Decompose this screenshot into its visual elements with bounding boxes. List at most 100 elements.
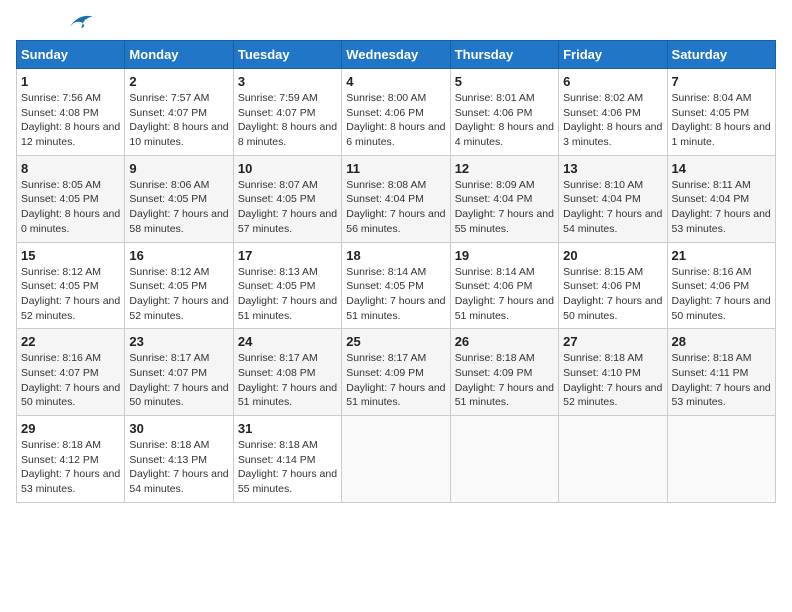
day-info: Sunrise: 8:17 AM Sunset: 4:09 PM Dayligh… xyxy=(346,351,445,410)
calendar-cell: 24 Sunrise: 8:17 AM Sunset: 4:08 PM Dayl… xyxy=(233,329,341,416)
sunrise-label: Sunrise: 7:59 AM xyxy=(238,92,318,104)
sunrise-label: Sunrise: 8:15 AM xyxy=(563,266,643,278)
day-number: 30 xyxy=(129,421,228,436)
sunset-label: Sunset: 4:05 PM xyxy=(129,193,207,205)
calendar-cell: 5 Sunrise: 8:01 AM Sunset: 4:06 PM Dayli… xyxy=(450,69,558,156)
day-info: Sunrise: 8:04 AM Sunset: 4:05 PM Dayligh… xyxy=(672,91,771,150)
sunset-label: Sunset: 4:06 PM xyxy=(346,107,424,119)
day-number: 29 xyxy=(21,421,120,436)
sunset-label: Sunset: 4:04 PM xyxy=(455,193,533,205)
calendar-week-row: 29 Sunrise: 8:18 AM Sunset: 4:12 PM Dayl… xyxy=(17,416,776,503)
day-info: Sunrise: 8:16 AM Sunset: 4:06 PM Dayligh… xyxy=(672,265,771,324)
sunset-label: Sunset: 4:05 PM xyxy=(129,280,207,292)
calendar-cell: 10 Sunrise: 8:07 AM Sunset: 4:05 PM Dayl… xyxy=(233,155,341,242)
calendar-cell: 16 Sunrise: 8:12 AM Sunset: 4:05 PM Dayl… xyxy=(125,242,233,329)
sunset-label: Sunset: 4:05 PM xyxy=(238,280,316,292)
day-number: 8 xyxy=(21,161,120,176)
day-info: Sunrise: 8:00 AM Sunset: 4:06 PM Dayligh… xyxy=(346,91,445,150)
calendar-week-row: 8 Sunrise: 8:05 AM Sunset: 4:05 PM Dayli… xyxy=(17,155,776,242)
day-of-week-header: Sunday xyxy=(17,41,125,69)
sunrise-label: Sunrise: 8:11 AM xyxy=(672,179,751,191)
calendar-cell: 28 Sunrise: 8:18 AM Sunset: 4:11 PM Dayl… xyxy=(667,329,775,416)
day-number: 21 xyxy=(672,248,771,263)
sunrise-label: Sunrise: 8:00 AM xyxy=(346,92,426,104)
day-number: 13 xyxy=(563,161,662,176)
sunrise-label: Sunrise: 8:17 AM xyxy=(346,352,426,364)
day-info: Sunrise: 8:18 AM Sunset: 4:11 PM Dayligh… xyxy=(672,351,771,410)
calendar-cell: 2 Sunrise: 7:57 AM Sunset: 4:07 PM Dayli… xyxy=(125,69,233,156)
daylight-label: Daylight: 8 hours and 3 minutes. xyxy=(563,121,662,148)
sunset-label: Sunset: 4:06 PM xyxy=(455,107,533,119)
day-number: 23 xyxy=(129,334,228,349)
calendar-cell: 26 Sunrise: 8:18 AM Sunset: 4:09 PM Dayl… xyxy=(450,329,558,416)
calendar-cell xyxy=(342,416,450,503)
day-of-week-header: Wednesday xyxy=(342,41,450,69)
daylight-label: Daylight: 7 hours and 55 minutes. xyxy=(455,208,554,235)
day-number: 22 xyxy=(21,334,120,349)
day-number: 5 xyxy=(455,74,554,89)
sunset-label: Sunset: 4:05 PM xyxy=(21,193,99,205)
daylight-label: Daylight: 8 hours and 1 minute. xyxy=(672,121,771,148)
sunrise-label: Sunrise: 8:08 AM xyxy=(346,179,426,191)
day-info: Sunrise: 8:18 AM Sunset: 4:13 PM Dayligh… xyxy=(129,438,228,497)
daylight-label: Daylight: 8 hours and 8 minutes. xyxy=(238,121,337,148)
daylight-label: Daylight: 7 hours and 55 minutes. xyxy=(238,468,337,495)
day-info: Sunrise: 8:08 AM Sunset: 4:04 PM Dayligh… xyxy=(346,178,445,237)
calendar-cell: 1 Sunrise: 7:56 AM Sunset: 4:08 PM Dayli… xyxy=(17,69,125,156)
sunrise-label: Sunrise: 8:14 AM xyxy=(346,266,426,278)
sunset-label: Sunset: 4:06 PM xyxy=(563,280,641,292)
day-number: 15 xyxy=(21,248,120,263)
sunset-label: Sunset: 4:11 PM xyxy=(672,367,749,379)
sunset-label: Sunset: 4:07 PM xyxy=(21,367,99,379)
day-info: Sunrise: 7:57 AM Sunset: 4:07 PM Dayligh… xyxy=(129,91,228,150)
sunset-label: Sunset: 4:09 PM xyxy=(455,367,533,379)
day-number: 2 xyxy=(129,74,228,89)
sunset-label: Sunset: 4:07 PM xyxy=(238,107,316,119)
daylight-label: Daylight: 7 hours and 52 minutes. xyxy=(129,295,228,322)
calendar-cell: 31 Sunrise: 8:18 AM Sunset: 4:14 PM Dayl… xyxy=(233,416,341,503)
day-of-week-header: Monday xyxy=(125,41,233,69)
calendar-cell: 19 Sunrise: 8:14 AM Sunset: 4:06 PM Dayl… xyxy=(450,242,558,329)
sunrise-label: Sunrise: 8:18 AM xyxy=(21,439,101,451)
day-number: 27 xyxy=(563,334,662,349)
day-info: Sunrise: 8:05 AM Sunset: 4:05 PM Dayligh… xyxy=(21,178,120,237)
day-info: Sunrise: 8:01 AM Sunset: 4:06 PM Dayligh… xyxy=(455,91,554,150)
sunrise-label: Sunrise: 8:06 AM xyxy=(129,179,209,191)
calendar-week-row: 1 Sunrise: 7:56 AM Sunset: 4:08 PM Dayli… xyxy=(17,69,776,156)
sunrise-label: Sunrise: 7:57 AM xyxy=(129,92,209,104)
day-number: 1 xyxy=(21,74,120,89)
daylight-label: Daylight: 8 hours and 6 minutes. xyxy=(346,121,445,148)
sunrise-label: Sunrise: 8:04 AM xyxy=(672,92,752,104)
calendar-cell: 21 Sunrise: 8:16 AM Sunset: 4:06 PM Dayl… xyxy=(667,242,775,329)
calendar-cell: 22 Sunrise: 8:16 AM Sunset: 4:07 PM Dayl… xyxy=(17,329,125,416)
daylight-label: Daylight: 7 hours and 51 minutes. xyxy=(346,382,445,409)
sunset-label: Sunset: 4:07 PM xyxy=(129,107,207,119)
sunset-label: Sunset: 4:06 PM xyxy=(672,280,750,292)
sunrise-label: Sunrise: 8:17 AM xyxy=(129,352,209,364)
sunrise-label: Sunrise: 8:18 AM xyxy=(455,352,535,364)
sunset-label: Sunset: 4:08 PM xyxy=(21,107,99,119)
calendar-cell: 29 Sunrise: 8:18 AM Sunset: 4:12 PM Dayl… xyxy=(17,416,125,503)
calendar-cell: 20 Sunrise: 8:15 AM Sunset: 4:06 PM Dayl… xyxy=(559,242,667,329)
sunset-label: Sunset: 4:06 PM xyxy=(563,107,641,119)
day-info: Sunrise: 8:17 AM Sunset: 4:08 PM Dayligh… xyxy=(238,351,337,410)
sunrise-label: Sunrise: 8:07 AM xyxy=(238,179,318,191)
day-info: Sunrise: 8:14 AM Sunset: 4:06 PM Dayligh… xyxy=(455,265,554,324)
calendar-cell: 12 Sunrise: 8:09 AM Sunset: 4:04 PM Dayl… xyxy=(450,155,558,242)
day-of-week-header: Saturday xyxy=(667,41,775,69)
sunrise-label: Sunrise: 8:14 AM xyxy=(455,266,535,278)
sunset-label: Sunset: 4:05 PM xyxy=(21,280,99,292)
day-info: Sunrise: 8:15 AM Sunset: 4:06 PM Dayligh… xyxy=(563,265,662,324)
daylight-label: Daylight: 7 hours and 56 minutes. xyxy=(346,208,445,235)
calendar-cell xyxy=(667,416,775,503)
day-info: Sunrise: 8:07 AM Sunset: 4:05 PM Dayligh… xyxy=(238,178,337,237)
day-info: Sunrise: 8:18 AM Sunset: 4:09 PM Dayligh… xyxy=(455,351,554,410)
calendar-table: SundayMondayTuesdayWednesdayThursdayFrid… xyxy=(16,40,776,503)
sunset-label: Sunset: 4:05 PM xyxy=(672,107,750,119)
day-info: Sunrise: 8:17 AM Sunset: 4:07 PM Dayligh… xyxy=(129,351,228,410)
calendar-header-row: SundayMondayTuesdayWednesdayThursdayFrid… xyxy=(17,41,776,69)
daylight-label: Daylight: 7 hours and 51 minutes. xyxy=(455,295,554,322)
daylight-label: Daylight: 8 hours and 4 minutes. xyxy=(455,121,554,148)
calendar-cell: 27 Sunrise: 8:18 AM Sunset: 4:10 PM Dayl… xyxy=(559,329,667,416)
day-of-week-header: Tuesday xyxy=(233,41,341,69)
